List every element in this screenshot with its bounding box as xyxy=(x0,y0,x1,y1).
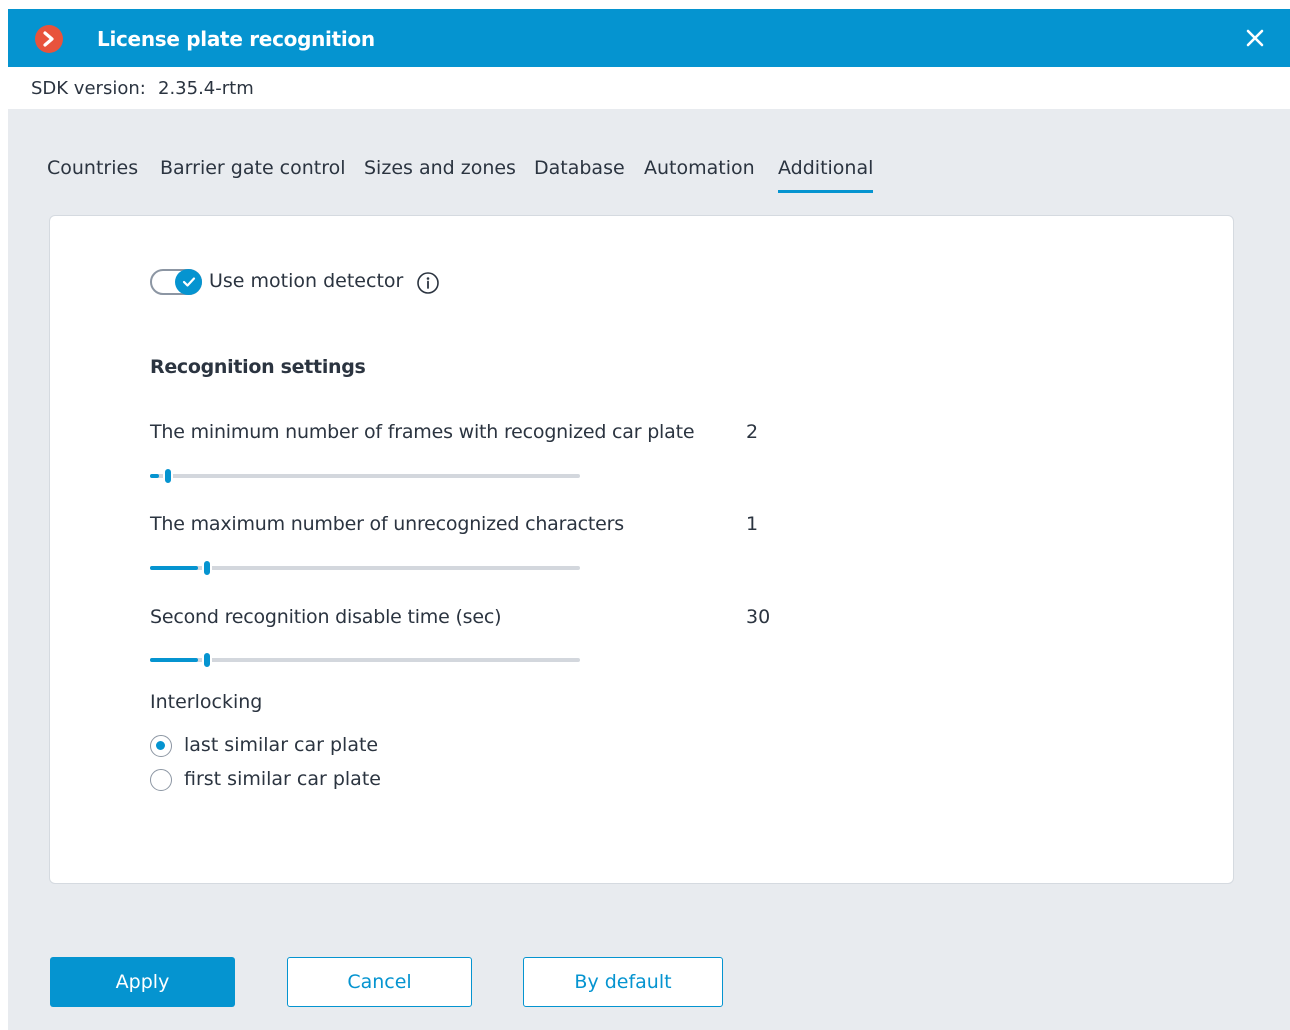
max-unrecognized-chars-label: The maximum number of unrecognized chara… xyxy=(150,513,624,535)
close-icon[interactable] xyxy=(1244,27,1266,49)
window-title: License plate recognition xyxy=(97,27,375,51)
slider-rail xyxy=(150,658,580,662)
motion-detector-toggle[interactable] xyxy=(150,269,202,295)
recognition-settings-heading: Recognition settings xyxy=(150,356,366,378)
tab-database[interactable]: Database xyxy=(534,157,625,193)
apply-button[interactable]: Apply xyxy=(50,957,235,1007)
check-icon xyxy=(182,277,195,287)
app-logo xyxy=(35,25,63,53)
max-unrecognized-chars-value: 1 xyxy=(746,513,759,535)
close-button[interactable] xyxy=(1244,27,1266,49)
min-frames-label: The minimum number of frames with recogn… xyxy=(150,421,695,443)
motion-detector-label: Use motion detector xyxy=(209,270,404,292)
disable-time-slider[interactable] xyxy=(150,650,580,670)
slider-thumb[interactable] xyxy=(202,559,212,577)
tab-additional[interactable]: Additional xyxy=(778,157,874,193)
slider-thumb[interactable] xyxy=(202,651,212,669)
slider-thumb[interactable] xyxy=(163,467,173,485)
interlocking-label: Interlocking xyxy=(150,691,263,713)
radio-label: first similar car plate xyxy=(184,768,381,790)
slider-rail xyxy=(150,566,580,570)
settings-panel: Use motion detector Recognition settings… xyxy=(49,215,1234,884)
max-unrecognized-chars-slider[interactable] xyxy=(150,558,580,578)
slider-fill xyxy=(150,658,198,662)
dialog-window: License plate recognition SDK version: 2… xyxy=(8,9,1290,1030)
min-frames-slider[interactable] xyxy=(150,466,580,486)
cancel-button[interactable]: Cancel xyxy=(287,957,472,1007)
disable-time-label: Second recognition disable time (sec) xyxy=(150,606,502,628)
tab-barrier-gate-control[interactable]: Barrier gate control xyxy=(160,157,346,193)
sdk-version-value: 2.35.4-rtm xyxy=(158,78,254,99)
tab-sizes-and-zones[interactable]: Sizes and zones xyxy=(364,157,516,193)
slider-fill xyxy=(150,566,198,570)
slider-fill xyxy=(150,474,159,478)
by-default-button[interactable]: By default xyxy=(523,957,723,1007)
min-frames-value: 2 xyxy=(746,421,759,443)
chevron-right-icon xyxy=(43,31,54,47)
sdk-version-label: SDK version: xyxy=(31,78,146,99)
tab-automation[interactable]: Automation xyxy=(644,157,755,193)
radio-button[interactable] xyxy=(150,735,172,757)
radio-button[interactable] xyxy=(150,769,172,791)
toggle-knob xyxy=(175,269,202,295)
sdk-version-bar: SDK version: 2.35.4-rtm xyxy=(8,67,1290,109)
tab-countries[interactable]: Countries xyxy=(47,157,138,193)
title-bar: License plate recognition xyxy=(8,9,1290,67)
radio-label: last similar car plate xyxy=(184,734,379,756)
disable-time-value: 30 xyxy=(746,606,771,628)
info-icon[interactable] xyxy=(416,271,440,295)
slider-rail xyxy=(150,474,580,478)
